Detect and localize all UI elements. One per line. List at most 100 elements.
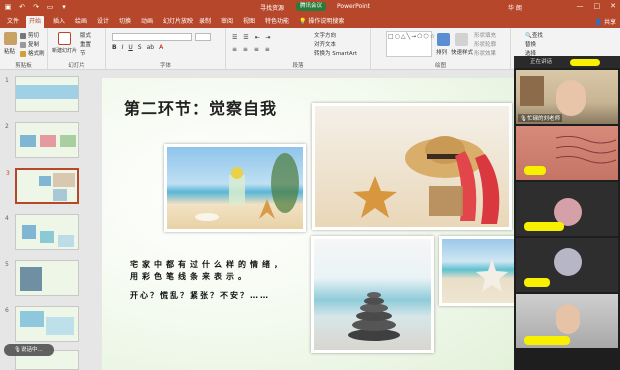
tab-insert[interactable]: 插入 bbox=[50, 16, 68, 28]
customize-icon[interactable]: ▾ bbox=[60, 3, 68, 11]
video-tile-2[interactable] bbox=[516, 126, 618, 180]
shape-outline-button[interactable]: 形状轮廓 bbox=[474, 40, 496, 48]
redo-icon[interactable]: ↷ bbox=[32, 3, 40, 11]
tab-animations[interactable]: 动画 bbox=[138, 16, 156, 28]
current-slide[interactable]: 第二环节：觉察自我 宅家中都有过什么样的情绪， 用彩色笔线条来表示。 开心？慌乱… bbox=[102, 78, 514, 370]
drawing-group-label: 绘图 bbox=[434, 63, 446, 69]
font-name-input[interactable] bbox=[112, 33, 192, 41]
tab-view[interactable]: 视图 bbox=[240, 16, 258, 28]
bold-icon[interactable]: B bbox=[112, 44, 117, 51]
tab-review[interactable]: 审阅 bbox=[218, 16, 236, 28]
video-tile-4[interactable] bbox=[516, 238, 618, 292]
shape-effects-button[interactable]: 形状效果 bbox=[474, 49, 496, 57]
name-redaction bbox=[524, 222, 564, 231]
font-size-input[interactable] bbox=[195, 33, 211, 41]
slide-number: 6 bbox=[5, 307, 9, 314]
section-button[interactable]: 节 bbox=[80, 49, 86, 57]
find-button[interactable]: 🔍查找 bbox=[525, 31, 543, 39]
present-icon[interactable]: ▭ bbox=[46, 3, 54, 11]
new-slide-button[interactable]: 新建幻灯片 bbox=[52, 47, 78, 54]
starfish-beach-photo[interactable] bbox=[439, 236, 514, 306]
tab-file[interactable]: 文件 bbox=[4, 16, 22, 28]
slide-thumb-1[interactable]: 1 bbox=[5, 76, 79, 112]
slide-editor: 第二环节：觉察自我 宅家中都有过什么样的情绪， 用彩色笔线条来表示。 开心？慌乱… bbox=[90, 70, 514, 370]
cut-button[interactable]: 剪切 bbox=[20, 31, 39, 39]
document-name: 寻找资源 bbox=[260, 5, 285, 12]
close-button[interactable]: ✕ bbox=[610, 2, 616, 10]
video-tile-5[interactable] bbox=[516, 294, 618, 348]
person-icon: 👤 bbox=[594, 19, 603, 26]
format-painter-button[interactable]: 格式刷 bbox=[20, 49, 45, 57]
slide-thumb-4[interactable]: 4 bbox=[5, 214, 79, 250]
meeting-badge[interactable]: 腾讯会议 bbox=[296, 2, 327, 11]
layout-button[interactable]: 版式 bbox=[80, 31, 91, 39]
slide-thumb-3[interactable]: 3 bbox=[6, 168, 79, 204]
smartart-button[interactable]: 转换为 SmartArt bbox=[314, 49, 357, 57]
align-buttons[interactable]: ≡ ≡ ≡ ≡ bbox=[232, 46, 272, 53]
thumb-image bbox=[16, 85, 78, 99]
quick-styles-icon[interactable] bbox=[455, 33, 468, 46]
tab-tell-me[interactable]: 💡 操作说明搜索 bbox=[296, 16, 347, 28]
user-name[interactable]: 华 朗 bbox=[508, 3, 522, 12]
underline-icon[interactable]: U bbox=[128, 44, 132, 51]
thumb-image bbox=[53, 173, 75, 187]
slide-text-line-3[interactable]: 开心？慌乱？紧张？不安？…… bbox=[130, 290, 270, 301]
italic-icon[interactable]: I bbox=[122, 44, 124, 51]
reset-button[interactable]: 重置 bbox=[80, 40, 91, 48]
tab-features[interactable]: 特色功能 bbox=[262, 16, 292, 28]
tab-transitions[interactable]: 切换 bbox=[116, 16, 134, 28]
slide-thumb-2[interactable]: 2 bbox=[5, 122, 79, 158]
video-tile-3[interactable] bbox=[516, 182, 618, 236]
arrange-button[interactable]: 排列 bbox=[436, 48, 447, 56]
minimize-button[interactable]: — bbox=[577, 2, 584, 10]
speaking-label: 正在讲话 bbox=[530, 59, 553, 65]
quick-styles-button[interactable]: 快速样式 bbox=[451, 48, 473, 56]
arrange-icon[interactable] bbox=[437, 33, 450, 46]
tab-draw[interactable]: 绘画 bbox=[72, 16, 90, 28]
slide-thumb-6[interactable]: 6 bbox=[5, 306, 79, 342]
text-direction-button[interactable]: 文字方向 bbox=[314, 31, 336, 39]
title-bar: ▣ ↶ ↷ ▭ ▾ 寻找资源 腾讯会议 PowerPoint 华 朗 — □ ✕ bbox=[0, 0, 620, 14]
save-icon[interactable]: ▣ bbox=[4, 3, 12, 11]
tab-home[interactable]: 开始 bbox=[26, 16, 45, 28]
font-color-icon[interactable]: A bbox=[159, 44, 163, 51]
paste-button[interactable]: 粘贴 bbox=[4, 47, 15, 55]
slide-text-line-1[interactable]: 宅家中都有过什么样的情绪， bbox=[130, 259, 286, 270]
tab-design[interactable]: 设计 bbox=[94, 16, 112, 28]
thumb-image bbox=[53, 189, 67, 201]
tell-me-label: 操作说明搜索 bbox=[308, 18, 345, 25]
slide-text-line-2[interactable]: 用彩色笔线条来表示。 bbox=[130, 271, 250, 282]
list-buttons[interactable]: ☰ ☰ ⇤ ⇥ bbox=[232, 34, 273, 41]
slide-thumb-5[interactable]: 5 bbox=[5, 260, 79, 296]
tab-slideshow[interactable]: 幻灯片放映 bbox=[160, 16, 196, 28]
beach-hat-photo[interactable] bbox=[312, 103, 512, 230]
group-paragraph: 文字方向 对齐文本 转换为 SmartArt ☰ ☰ ⇤ ⇥ ≡ ≡ ≡ ≡ 段… bbox=[226, 28, 371, 70]
copy-button[interactable]: 复制 bbox=[20, 40, 39, 48]
stacked-stones-photo[interactable] bbox=[311, 236, 434, 353]
maximize-button[interactable]: □ bbox=[594, 2, 601, 10]
slide-title[interactable]: 第二环节：觉察自我 bbox=[124, 95, 277, 119]
ribbon-tabs: 文件 开始 插入 绘画 设计 切换 动画 幻灯片放映 录制 审阅 视图 特色功能… bbox=[0, 14, 620, 28]
tab-record[interactable]: 录制 bbox=[196, 16, 214, 28]
strikethrough-icon[interactable]: ab bbox=[147, 44, 155, 51]
beach-drink-photo[interactable] bbox=[164, 144, 306, 232]
brush-icon bbox=[20, 50, 26, 57]
shapes-gallery[interactable]: □○△╲→⬠⬡☆ bbox=[386, 31, 435, 57]
undo-icon[interactable]: ↶ bbox=[18, 3, 26, 11]
new-slide-icon[interactable] bbox=[58, 32, 71, 45]
shape-fill-button[interactable]: 形状填充 bbox=[474, 31, 496, 39]
share-button[interactable]: 👤 共享 bbox=[595, 17, 616, 26]
mic-icon: 🎙 bbox=[14, 347, 21, 353]
replace-button[interactable]: 替换 bbox=[525, 40, 536, 48]
paste-icon[interactable] bbox=[4, 32, 17, 45]
shadow-icon[interactable]: S bbox=[138, 44, 142, 51]
thumb-image bbox=[20, 135, 36, 147]
name-redaction bbox=[524, 278, 550, 287]
clipboard-group-label: 剪贴板 bbox=[15, 63, 32, 69]
copy-icon bbox=[20, 41, 26, 48]
participant-name: 🎙忙碌的刘老师 bbox=[518, 114, 562, 122]
video-tile-main[interactable]: 🎙忙碌的刘老师 bbox=[516, 70, 618, 124]
format-painter-label: 格式刷 bbox=[28, 51, 45, 57]
speaking-indicator[interactable]: 🎙说话中... bbox=[4, 344, 54, 356]
align-text-button[interactable]: 对齐文本 bbox=[314, 40, 336, 48]
